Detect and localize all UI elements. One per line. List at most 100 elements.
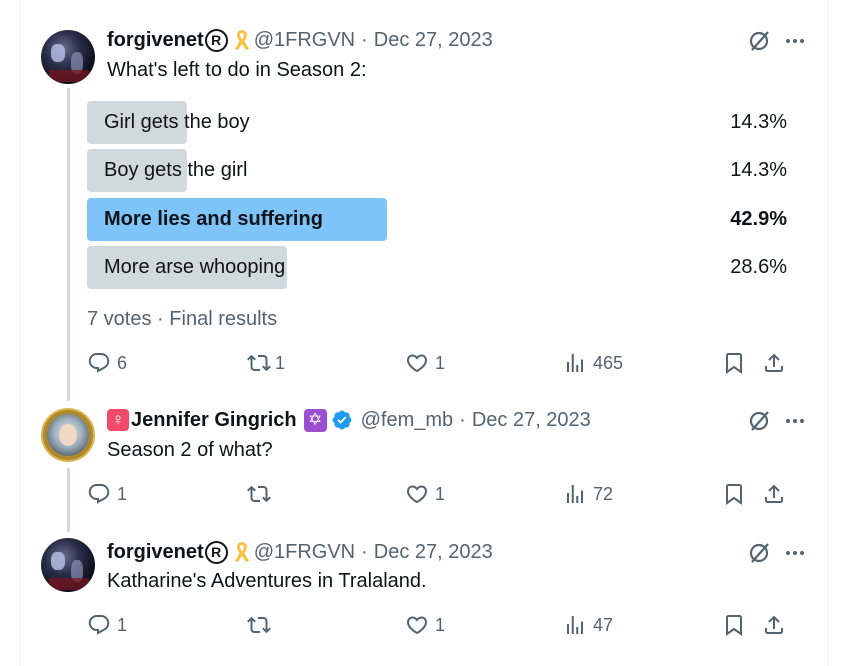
tweet-header: forgivenet R @1FRGVN · Dec 27, 2023	[107, 28, 493, 52]
share-icon	[762, 351, 786, 375]
repost-count: 1	[275, 352, 286, 373]
views-count: 47	[593, 614, 614, 635]
action-bar: 6 1 1 465	[87, 349, 787, 377]
reply-button[interactable]: 1	[87, 611, 127, 639]
more-options-icon[interactable]	[783, 541, 807, 565]
poll-option-label: Boy gets the girl	[104, 159, 248, 181]
avatar[interactable]	[41, 30, 95, 84]
action-bar: 1 1 47	[87, 611, 787, 639]
star-of-david-icon: ✡	[303, 408, 327, 432]
registered-icon: R	[204, 540, 228, 564]
reply-button[interactable]: 6	[87, 349, 127, 377]
reply-count: 6	[117, 352, 128, 373]
handle[interactable]: @1FRGVN	[254, 28, 355, 52]
like-icon	[405, 613, 429, 637]
like-button[interactable]: 1	[405, 480, 445, 508]
like-button[interactable]: 1	[405, 349, 445, 377]
more-options-icon[interactable]	[783, 409, 807, 433]
views-count: 465	[593, 352, 624, 373]
reply-count: 1	[117, 483, 128, 504]
poll-option-label: Girl gets the boy	[104, 111, 250, 133]
tweet-header: ♀ Jennifer Gingrich ✡ @fem_mb · Dec 27, …	[107, 408, 591, 432]
female-sign-icon: ♀	[107, 409, 129, 431]
views-button[interactable]: 465	[563, 349, 623, 377]
ribbon-icon	[234, 540, 250, 564]
poll-option: Boy gets the girl 14.3%	[87, 149, 787, 192]
repost-button[interactable]	[247, 611, 277, 639]
repost-button[interactable]: 1	[247, 349, 285, 377]
poll-option: More arse whooping 28.6%	[87, 246, 787, 289]
like-count: 1	[435, 483, 446, 504]
poll-option-percent: 14.3%	[730, 111, 787, 133]
poll-results-meta: 7 votes · Final results	[87, 307, 277, 331]
separator: ·	[157, 308, 164, 330]
more-options-icon[interactable]	[783, 29, 807, 53]
views-icon	[563, 613, 587, 637]
timestamp[interactable]: Dec 27, 2023	[472, 408, 591, 432]
share-icon	[762, 482, 786, 506]
avatar[interactable]	[41, 408, 95, 462]
poll-option-percent: 14.3%	[730, 159, 787, 181]
separator: ·	[361, 29, 368, 51]
share-button[interactable]	[762, 349, 786, 377]
share-button[interactable]	[762, 611, 786, 639]
reply-icon	[87, 613, 111, 637]
handle[interactable]: @fem_mb	[361, 408, 454, 432]
views-icon	[563, 482, 587, 506]
reply-icon	[87, 351, 111, 375]
timestamp[interactable]: Dec 27, 2023	[374, 540, 493, 564]
poll-votes: 7 votes	[87, 308, 152, 330]
handle[interactable]: @1FRGVN	[254, 540, 355, 564]
bookmark-button[interactable]	[722, 480, 746, 508]
avatar[interactable]	[41, 538, 95, 592]
bookmark-button[interactable]	[722, 611, 746, 639]
reply-count: 1	[117, 614, 128, 635]
like-count: 1	[435, 614, 446, 635]
grok-icon[interactable]	[747, 29, 771, 53]
verified-badge-icon[interactable]	[331, 409, 353, 431]
poll-option-label: More lies and suffering	[104, 208, 323, 230]
poll-status: Final results	[169, 308, 278, 330]
ribbon-icon	[234, 28, 250, 52]
bookmark-icon	[722, 613, 746, 637]
bookmark-icon	[722, 351, 746, 375]
repost-icon	[247, 351, 271, 375]
like-icon	[405, 482, 429, 506]
views-button[interactable]: 72	[563, 480, 613, 508]
display-name[interactable]: forgivenet	[107, 540, 204, 564]
action-bar: 1 1 72	[87, 480, 787, 508]
grok-icon[interactable]	[747, 541, 771, 565]
grok-icon[interactable]	[747, 409, 771, 433]
like-button[interactable]: 1	[405, 611, 445, 639]
display-name[interactable]: forgivenet	[107, 28, 204, 52]
poll-option-label: More arse whooping	[104, 256, 286, 278]
bookmark-button[interactable]	[722, 349, 746, 377]
poll-option-percent: 42.9%	[730, 208, 787, 230]
registered-icon: R	[204, 28, 228, 52]
repost-button[interactable]	[247, 480, 277, 508]
poll-option-winner: More lies and suffering 42.9%	[87, 198, 787, 241]
tweet-text: What's left to do in Season 2:	[107, 59, 367, 81]
tweet[interactable]: forgivenet R @1FRGVN · Dec 27, 2023 Kath…	[20, 532, 829, 666]
repost-icon	[247, 482, 271, 506]
tweet[interactable]: ♀ Jennifer Gingrich ✡ @fem_mb · Dec 27, …	[20, 400, 829, 532]
tweet-header: forgivenet R @1FRGVN · Dec 27, 2023	[107, 540, 493, 564]
separator: ·	[361, 541, 368, 563]
views-icon	[563, 351, 587, 375]
views-count: 72	[593, 483, 614, 504]
repost-icon	[247, 613, 271, 637]
timestamp[interactable]: Dec 27, 2023	[374, 28, 493, 52]
bookmark-icon	[722, 482, 746, 506]
tweet-text: Season 2 of what?	[107, 439, 273, 461]
tweet-text: Katharine's Adventures in Tralaland.	[107, 570, 427, 592]
like-count: 1	[435, 352, 446, 373]
share-button[interactable]	[762, 480, 786, 508]
views-button[interactable]: 47	[563, 611, 613, 639]
poll-option: Girl gets the boy 14.3%	[87, 101, 787, 144]
share-icon	[762, 613, 786, 637]
display-name[interactable]: Jennifer Gingrich	[131, 408, 297, 432]
separator: ·	[459, 409, 466, 431]
poll-option-percent: 28.6%	[730, 256, 787, 278]
reply-button[interactable]: 1	[87, 480, 127, 508]
like-icon	[405, 351, 429, 375]
